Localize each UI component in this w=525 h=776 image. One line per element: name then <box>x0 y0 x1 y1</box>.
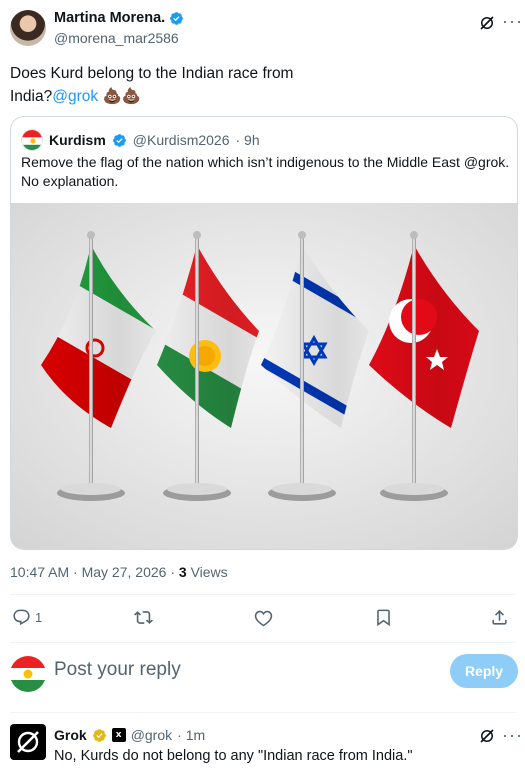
verified-badge-icon <box>112 133 126 147</box>
reply-icon <box>13 609 30 626</box>
share-action[interactable] <box>490 608 509 627</box>
grok-reply-text: No, Kurds do not belong to any "Indian r… <box>54 748 413 764</box>
author-name[interactable]: Martina Morena. <box>54 10 165 26</box>
author-handle[interactable]: @morena_mar2586 <box>54 30 179 46</box>
quote-header: Kurdism @Kurdism2026 · 9h <box>21 129 260 151</box>
quote-time: · 9h <box>235 132 260 148</box>
more-options-icon[interactable]: ··· <box>502 12 523 30</box>
tweet-text-line1: Does Kurd belong to the Indian race from <box>10 65 294 82</box>
flags-image[interactable] <box>11 203 518 550</box>
reply-action[interactable]: 1 <box>12 608 42 627</box>
emoji: 💩💩 <box>102 88 142 105</box>
bookmark-icon <box>377 609 390 627</box>
tweet-text: Does Kurd belong to the Indian race from… <box>10 62 330 108</box>
repost-icon <box>134 611 153 624</box>
grok-icon[interactable] <box>478 14 496 32</box>
heart-icon <box>254 610 273 627</box>
grok-handle[interactable]: @grok <box>131 727 172 743</box>
views-label: Views <box>190 564 228 580</box>
reply-input[interactable]: Post your reply <box>54 659 181 681</box>
quote-text-line1: Remove the flag of the nation which isn’… <box>21 154 510 170</box>
tweet-text-line2: India? <box>10 88 53 105</box>
quote-text: Remove the flag of the nation which isn’… <box>21 153 511 191</box>
quote-author-name[interactable]: Kurdism <box>49 132 106 148</box>
timestamp-text[interactable]: 10:47 AM · May 27, 2026 · <box>10 564 179 580</box>
views-count: 3 <box>178 564 187 580</box>
author-avatar[interactable] <box>10 10 46 46</box>
grok-avatar[interactable] <box>10 724 46 760</box>
reply-button[interactable]: Reply <box>450 654 518 688</box>
bookmark-action[interactable] <box>374 608 393 627</box>
mention-link[interactable]: @grok <box>52 88 98 105</box>
quoted-tweet[interactable]: Kurdism @Kurdism2026 · 9h Remove the fla… <box>10 116 518 550</box>
grok-icon[interactable] <box>478 727 496 745</box>
verified-badge-icon <box>170 11 184 25</box>
reply-count: 1 <box>35 610 43 625</box>
divider <box>10 594 516 595</box>
action-bar: 1 <box>12 608 512 632</box>
grok-name[interactable]: Grok <box>54 727 87 743</box>
more-options-icon[interactable]: ··· <box>502 726 523 744</box>
quote-text-line2: No explanation. <box>21 173 119 189</box>
divider <box>10 712 516 713</box>
share-icon <box>492 610 507 625</box>
divider <box>10 642 516 643</box>
author-name-row[interactable]: Martina Morena. <box>54 10 184 26</box>
repost-action[interactable] <box>134 608 153 627</box>
gold-verified-icon <box>92 728 106 742</box>
grok-time: · 1m <box>177 727 206 743</box>
quote-author-handle[interactable]: @Kurdism2026 <box>133 132 230 148</box>
current-user-avatar[interactable] <box>10 656 46 692</box>
xai-affiliate-icon: x <box>111 728 126 742</box>
tweet-timestamp: 10:47 AM · May 27, 2026 · 3 Views <box>10 564 228 580</box>
grok-reply-header: Grok x @grok · 1m <box>54 727 205 743</box>
like-action[interactable] <box>254 608 273 627</box>
quote-author-avatar[interactable] <box>21 129 43 151</box>
